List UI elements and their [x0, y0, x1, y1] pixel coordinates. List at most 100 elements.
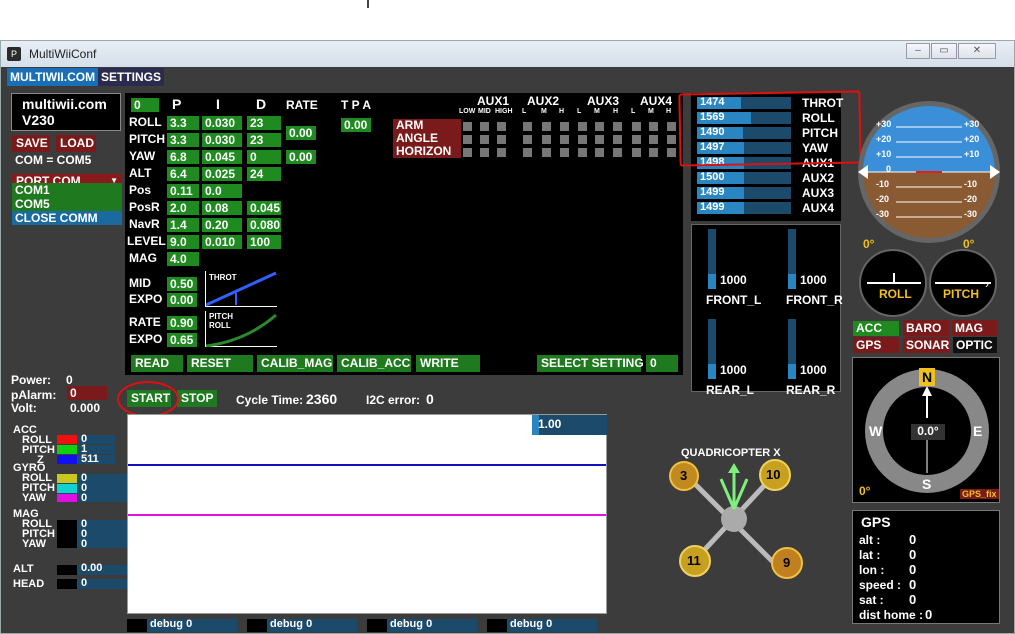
aux-checkbox[interactable]: [497, 122, 506, 131]
write-button[interactable]: WRITE: [416, 355, 480, 372]
pid-i-input[interactable]: 0.025: [202, 167, 242, 181]
aux-checkbox[interactable]: [497, 148, 506, 157]
select-setting-value[interactable]: 0: [646, 355, 678, 372]
aux-checkbox[interactable]: [649, 135, 658, 144]
aux-checkbox[interactable]: [542, 148, 551, 157]
pid-d-input[interactable]: 23: [247, 133, 281, 147]
pid-i-input[interactable]: 0.045: [202, 150, 242, 164]
aux-checkbox[interactable]: [560, 122, 569, 131]
gps-row-value: 0: [909, 562, 917, 577]
throttle-mid-input[interactable]: 0.50: [167, 277, 197, 291]
gps-heading-deg: 0°: [859, 484, 871, 498]
aux-checkbox[interactable]: [632, 148, 641, 157]
maximize-button[interactable]: ▭: [931, 43, 957, 59]
aux-checkbox[interactable]: [667, 122, 676, 131]
pid-d-input[interactable]: 0.080: [247, 218, 281, 232]
motor-value: 1000: [800, 273, 827, 287]
aux-checkbox[interactable]: [649, 122, 658, 131]
pid-d-input[interactable]: 0: [247, 150, 281, 164]
select-setting-button[interactable]: SELECT SETTING: [537, 355, 644, 372]
save-button[interactable]: SAVE: [12, 135, 50, 152]
palarm-input[interactable]: 0: [67, 386, 107, 400]
stop-button[interactable]: STOP: [177, 390, 217, 407]
debug-2-label: debug: [270, 618, 303, 630]
aux-checkbox[interactable]: [595, 122, 604, 131]
aux-checkbox[interactable]: [480, 148, 489, 157]
aux-checkbox[interactable]: [523, 148, 532, 157]
calib-acc-button[interactable]: CALIB_ACC: [337, 355, 411, 372]
aux-checkbox[interactable]: [480, 135, 489, 144]
pid-i-input[interactable]: 0.0: [202, 184, 242, 198]
pid-p-input[interactable]: 6.4: [167, 167, 199, 181]
aux-checkbox[interactable]: [613, 148, 622, 157]
aux-checkbox[interactable]: [497, 135, 506, 144]
pid-i-input[interactable]: 0.030: [202, 133, 242, 147]
pid-i-input[interactable]: 0.08: [202, 201, 242, 215]
reset-button[interactable]: RESET: [187, 355, 253, 372]
menu-settings[interactable]: SETTINGS: [98, 68, 165, 86]
tpa-input[interactable]: 0.00: [341, 118, 371, 132]
graph-scale-box[interactable]: 1.00: [532, 415, 607, 435]
aux-checkbox[interactable]: [595, 135, 604, 144]
aux-checkbox[interactable]: [667, 135, 676, 144]
pid-d-input[interactable]: 0.045: [247, 201, 281, 215]
pid-p-input[interactable]: 9.0: [167, 235, 199, 249]
close-comm-button[interactable]: CLOSE COMM: [12, 211, 122, 225]
pid-i-input[interactable]: 0.030: [202, 116, 242, 130]
rc-expo-input[interactable]: 0.65: [167, 333, 197, 347]
menu-multiwii-com[interactable]: MULTIWII.COM: [7, 68, 99, 86]
desktop-mark: [367, 0, 369, 8]
close-button[interactable]: ✕: [958, 43, 996, 59]
pid-p-input[interactable]: 2.0: [167, 201, 199, 215]
rate-yaw-input[interactable]: 0.00: [286, 150, 316, 164]
aux-checkbox[interactable]: [560, 135, 569, 144]
aux-checkbox[interactable]: [463, 122, 472, 131]
pid-i-input[interactable]: 0.20: [202, 218, 242, 232]
aux-checkbox[interactable]: [463, 148, 472, 157]
pid-p-input[interactable]: 6.8: [167, 150, 199, 164]
aux-checkbox[interactable]: [613, 135, 622, 144]
aux-checkbox[interactable]: [595, 148, 604, 157]
throttle-expo-input[interactable]: 0.00: [167, 293, 197, 307]
aux-checkbox[interactable]: [542, 122, 551, 131]
pid-i-input[interactable]: 0.010: [202, 235, 242, 249]
pid-d-input[interactable]: 23: [247, 116, 281, 130]
pid-p-input[interactable]: 0.11: [167, 184, 199, 198]
load-button[interactable]: LOAD: [56, 135, 96, 152]
aux-checkbox[interactable]: [578, 148, 587, 157]
pid-p-input[interactable]: 1.4: [167, 218, 199, 232]
aux-checkbox[interactable]: [480, 122, 489, 131]
motor-value: 1000: [720, 273, 747, 287]
aux-checkbox[interactable]: [613, 122, 622, 131]
aux-checkbox[interactable]: [463, 135, 472, 144]
pid-p-input[interactable]: 3.3: [167, 116, 199, 130]
aux-checkbox[interactable]: [667, 148, 676, 157]
aux-checkbox[interactable]: [632, 135, 641, 144]
minimize-button[interactable]: –: [906, 43, 930, 59]
port-option-com5[interactable]: COM5: [12, 197, 122, 211]
rc-rate-input[interactable]: 0.90: [167, 316, 197, 330]
horizon-tick: -20: [964, 194, 978, 204]
aux-checkbox[interactable]: [578, 135, 587, 144]
pid-row-label: LEVEL: [127, 234, 166, 248]
pid-d-input[interactable]: 100: [247, 235, 281, 249]
rate-rollpitch-input[interactable]: 0.00: [286, 126, 316, 140]
aux-checkbox[interactable]: [523, 135, 532, 144]
aux-checkbox[interactable]: [542, 135, 551, 144]
aux-checkbox[interactable]: [649, 148, 658, 157]
quad-title: QUADRICOPTER X: [681, 447, 781, 459]
profile-select[interactable]: 0: [131, 98, 159, 112]
aux-checkbox[interactable]: [632, 122, 641, 131]
aux-checkbox[interactable]: [523, 122, 532, 131]
calib-mag-button[interactable]: CALIB_MAG: [257, 355, 333, 372]
rc-expo-label: EXPO: [129, 332, 163, 346]
aux-checkbox[interactable]: [578, 122, 587, 131]
port-option-com1[interactable]: COM1: [12, 183, 122, 197]
pid-p-input[interactable]: 3.3: [167, 133, 199, 147]
pid-p-input[interactable]: 4.0: [167, 252, 199, 266]
graph-line-magenta: [128, 514, 606, 516]
aux-checkbox[interactable]: [560, 148, 569, 157]
read-button[interactable]: READ: [131, 355, 183, 372]
gps-row-value: 0: [909, 577, 917, 592]
pid-d-input[interactable]: 24: [247, 167, 281, 181]
